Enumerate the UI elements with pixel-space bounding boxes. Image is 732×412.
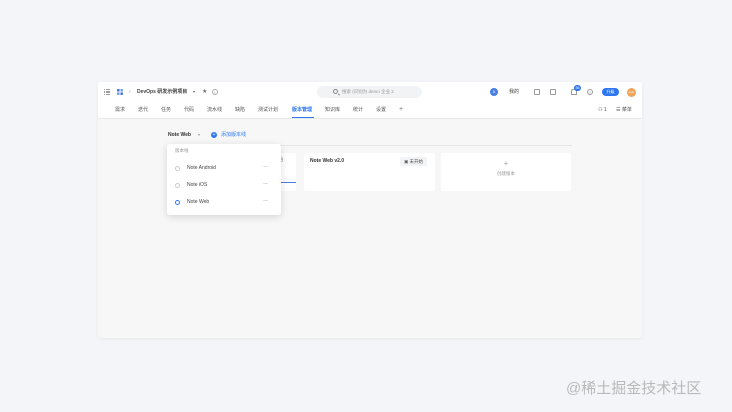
tab-iterations[interactable]: 迭代 [138,107,148,113]
project-name[interactable]: DevOps 研发示例项目 [137,89,187,95]
plus-icon: + [503,159,509,168]
search-box[interactable]: 搜索 (识别为 demo 企业 2 [317,86,422,98]
add-version-line-button[interactable]: 添加版本线 [221,132,246,138]
tab-settings[interactable]: 设置 [376,107,386,113]
tab-bugs[interactable]: 缺陷 [235,107,245,113]
dropdown-item-label: Note Web [187,199,210,205]
radio-icon[interactable] [175,165,180,171]
chevron-down-icon[interactable]: ▾ [198,132,200,138]
menu-button[interactable]: ☰ 菜单 [616,107,632,113]
workspace-avatar[interactable]: A [490,88,498,96]
version-line-dropdown: 版本线 Note Android ··· Note iOS ··· Note W… [167,144,281,215]
more-icon[interactable]: ··· [263,198,268,204]
create-version-label: 创建版本 [497,171,515,176]
dropdown-item-selected[interactable]: Note Web ··· [167,196,281,209]
more-icon[interactable]: ··· [263,181,268,187]
app-window: › DevOps 研发示例项目 ▾ ★ i 搜索 (识别为 demo 企业 2 … [98,82,642,338]
top-bar: › DevOps 研发示例项目 ▾ ★ i 搜索 (识别为 demo 企业 2 … [98,82,642,102]
dropdown-item-label: Note iOS [187,182,208,188]
notification-badge: 36 [574,85,581,91]
add-tab-button[interactable]: + [399,106,403,113]
apps-grid-icon[interactable] [104,89,110,95]
version-card[interactable]: Note Web v2.0 ▣ 未开始 [304,153,435,191]
project-icon[interactable] [117,89,123,95]
dropdown-item[interactable]: Note iOS ··· [167,179,281,192]
tab-version-management[interactable]: 版本管理 [292,107,312,113]
menu-label: 菜单 [621,107,632,113]
version-name: Note Web v2.0 [310,158,345,164]
info-icon[interactable]: i [212,88,218,95]
dropdown-header: 版本线 [175,148,189,153]
tab-pipeline[interactable]: 流水线 [207,107,222,113]
tab-requirements[interactable]: 需求 [115,107,125,113]
calendar-icon[interactable] [534,89,540,95]
mine-link[interactable]: 我的 [509,89,519,95]
members-count: 1 [603,107,607,113]
members-button[interactable]: ⚇ 1 [598,107,607,113]
upgrade-button[interactable]: 升级 [602,88,619,96]
dropdown-item[interactable]: Note Android ··· [167,162,281,175]
tab-stats[interactable]: 统计 [353,107,363,113]
add-circle-icon[interactable]: + [211,132,217,138]
search-placeholder: 搜索 (识别为 demo 企业 2 [342,89,394,94]
watermark: @稀土掘金技术社区 [566,380,702,397]
status-text: 未开始 [409,159,424,164]
version-line-selector[interactable]: Note Web [168,132,191,138]
active-tab-indicator [292,117,314,119]
radio-icon[interactable] [175,182,180,188]
user-avatar[interactable]: user [627,88,636,97]
project-dropdown-icon[interactable]: ▾ [193,89,195,95]
project-nav: 需求 迭代 任务 代码 流水线 缺陷 测试计划 版本管理 知识库 统计 设置 +… [98,102,642,119]
create-version-card[interactable]: + 创建版本 [441,153,571,191]
tab-wiki[interactable]: 知识库 [325,107,340,113]
search-icon [333,89,338,94]
message-icon[interactable] [550,89,556,95]
more-icon[interactable]: ··· [263,164,268,170]
version-content: Note Web ▾ + 添加版本线 开始 Note Web v2.0 ▣ 未开… [98,119,642,338]
tab-code[interactable]: 代码 [184,107,194,113]
tab-tasks[interactable]: 任务 [161,107,171,113]
tab-test-plan[interactable]: 测试计划 [258,107,278,113]
star-icon[interactable]: ★ [202,89,207,95]
radio-checked-icon[interactable] [175,199,180,205]
dropdown-item-label: Note Android [187,165,216,171]
breadcrumb-chevron-icon: › [129,89,131,95]
status-badge: ▣ 未开始 [400,157,428,166]
help-icon[interactable]: ? [587,89,593,95]
